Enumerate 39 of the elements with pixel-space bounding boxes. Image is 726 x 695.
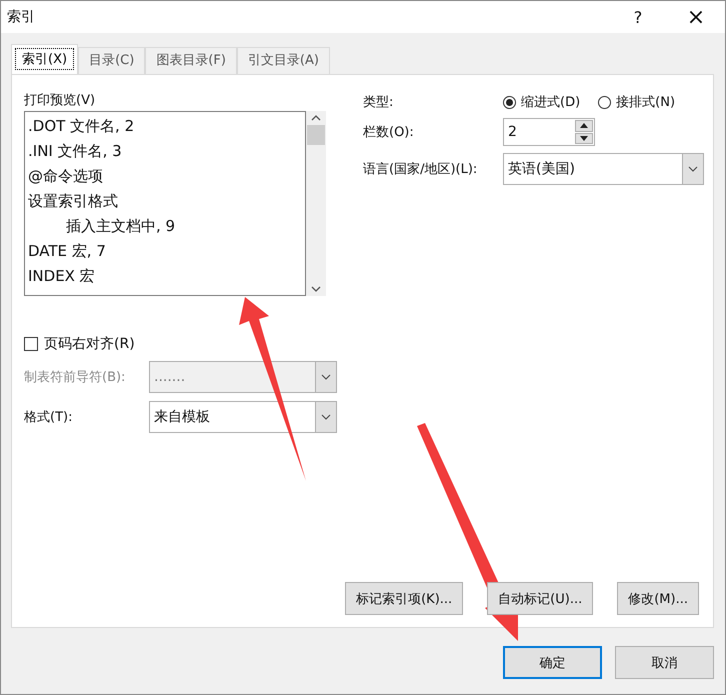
radio-option[interactable]: 接排式(N) [598, 93, 676, 111]
help-button[interactable]: ? [609, 8, 667, 26]
dialog-button[interactable]: 确定 [503, 646, 602, 679]
radio-option[interactable]: 缩进式(D) [503, 93, 580, 111]
spin-up-icon[interactable] [580, 123, 588, 128]
preview-label: 打印预览(V) [24, 92, 96, 110]
type-label: 类型: [363, 94, 394, 111]
dialog-button[interactable]: 取消 [615, 646, 714, 679]
preview-line: 插入主文档中, 9 [65, 216, 176, 237]
action-button[interactable]: 自动标记(U)... [487, 582, 594, 615]
checkbox-label: 页码右对齐(R) [44, 335, 135, 353]
action-button[interactable]: 标记索引项(K)... [345, 582, 464, 615]
window-title: 索引 [6, 8, 36, 26]
preview-line: .DOT 文件名, 2 [28, 116, 136, 137]
chevron-down-icon [688, 166, 698, 172]
spin-down-icon[interactable] [580, 136, 588, 141]
format-dropdown[interactable]: 来自模板 [149, 401, 337, 433]
preview-line: .INI 文件名, 3 [28, 141, 123, 162]
preview-line: DATE 宏, 7 [28, 241, 107, 262]
checkbox[interactable] [24, 337, 38, 351]
tab[interactable]: 索引(X) [11, 44, 78, 74]
scrollbar[interactable] [306, 111, 326, 296]
chevron-down-icon [321, 374, 331, 380]
scrollbar-thumb[interactable] [307, 125, 325, 145]
language-label: 语言(国家/地区)(L): [363, 161, 478, 178]
tab[interactable]: 目录(C) [78, 47, 146, 74]
close-button[interactable]: × [667, 4, 725, 30]
columns-label: 栏数(O): [363, 124, 415, 141]
tab[interactable]: 引文目录(A) [236, 47, 330, 74]
language-dropdown[interactable]: 英语(美国) [503, 153, 704, 185]
action-button[interactable]: 修改(M)... [617, 582, 699, 615]
columns-spinner[interactable]: 2 [503, 118, 595, 146]
format-label: 格式(T): [24, 409, 74, 426]
tab[interactable]: 图表目录(F) [145, 47, 237, 74]
preview-line: @命令选项 [28, 166, 104, 187]
preview-line: INDEX 宏 [28, 266, 96, 287]
preview-line: 设置索引格式 [28, 191, 119, 212]
chevron-down-icon [321, 414, 331, 420]
tab-leader-label: 制表符前导符(B): [24, 369, 126, 386]
